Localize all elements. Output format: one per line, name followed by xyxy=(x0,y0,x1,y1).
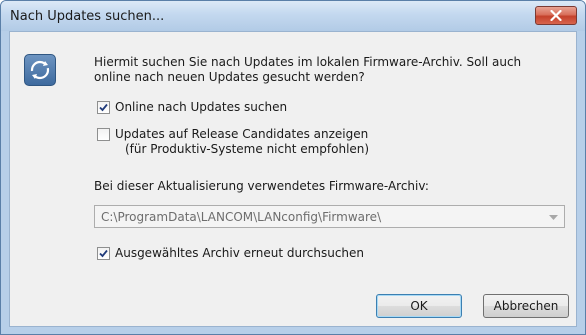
checkmark-icon xyxy=(99,249,108,258)
close-icon xyxy=(550,10,562,21)
dialog-content: Hiermit suchen Sie nach Updates im lokal… xyxy=(9,31,577,327)
firmware-archive-combobox[interactable]: C:\ProgramData\LANCOM\LANconfig\Firmware… xyxy=(94,205,565,228)
archive-label: Bei dieser Aktualisierung verwendetes Fi… xyxy=(94,179,429,193)
release-candidates-checkbox[interactable] xyxy=(97,128,110,141)
close-button[interactable] xyxy=(535,6,577,25)
window-title: Nach Updates suchen... xyxy=(10,9,165,24)
release-candidates-label: Updates auf Release Candidates anzeigen xyxy=(115,127,369,141)
title-bar[interactable]: Nach Updates suchen... xyxy=(1,1,585,31)
online-updates-label: Online nach Updates suchen xyxy=(115,100,288,114)
ok-button[interactable]: OK xyxy=(376,294,462,318)
release-candidates-note: (für Produktiv-Systeme nicht empfohlen) xyxy=(125,142,370,156)
firmware-archive-path: C:\ProgramData\LANCOM\LANconfig\Firmware… xyxy=(101,210,382,224)
checkmark-icon xyxy=(99,103,108,112)
online-updates-checkbox[interactable] xyxy=(97,101,110,114)
dialog-window: Nach Updates suchen... Hiermit suchen Si… xyxy=(0,0,586,335)
rescan-archive-label: Ausgewähltes Archiv erneut durchsuchen xyxy=(115,246,365,260)
cancel-button[interactable]: Abbrechen xyxy=(483,294,569,318)
update-refresh-icon xyxy=(24,54,56,86)
rescan-archive-checkbox[interactable] xyxy=(97,247,110,260)
chevron-down-icon[interactable] xyxy=(549,215,558,220)
dialog-message: Hiermit suchen Sie nach Updates im lokal… xyxy=(94,55,522,84)
